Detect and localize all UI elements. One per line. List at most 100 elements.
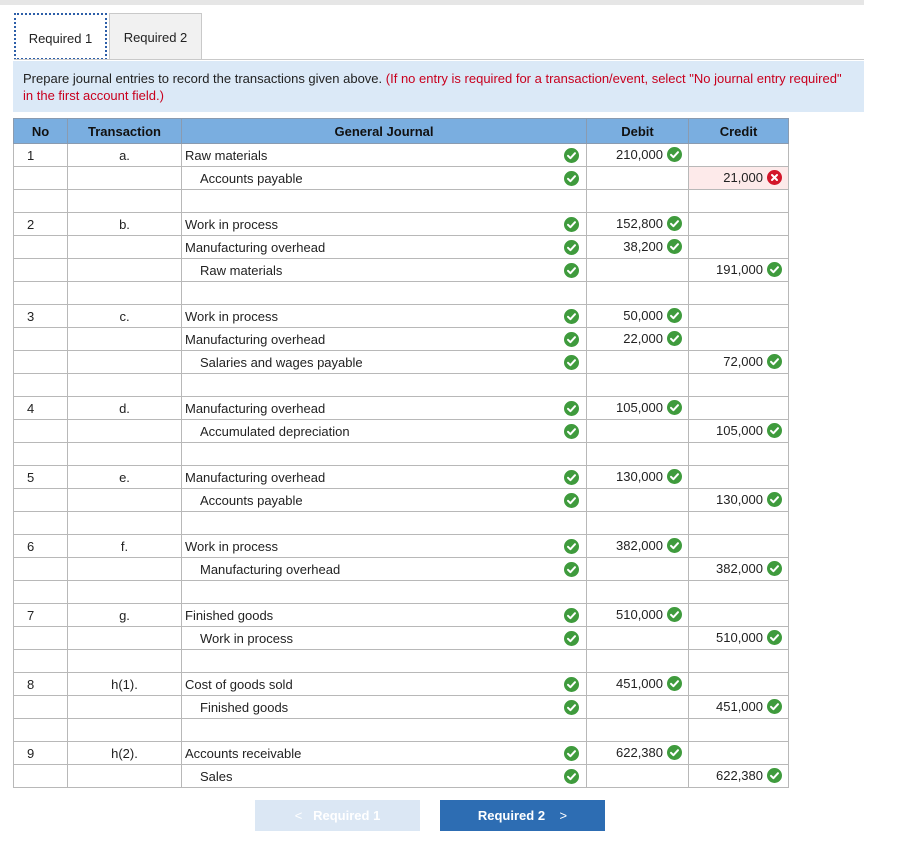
debit-field[interactable]: 382,000	[586, 534, 689, 558]
credit-field[interactable]: 130,000	[688, 488, 789, 512]
account-field[interactable]	[181, 511, 587, 535]
debit-field[interactable]	[586, 626, 689, 650]
account-field[interactable]	[181, 580, 587, 604]
table-row: 6 f. Work in process 382,000	[13, 534, 789, 558]
debit-field[interactable]: 130,000	[586, 465, 689, 489]
account-field[interactable]: Accounts payable	[181, 166, 587, 190]
debit-field[interactable]	[586, 442, 689, 466]
account-field[interactable]: Accounts payable	[181, 488, 587, 512]
account-field[interactable]: Manufacturing overhead	[181, 557, 587, 581]
credit-field[interactable]: 382,000	[688, 557, 789, 581]
credit-field[interactable]	[688, 534, 789, 558]
account-field[interactable]: Manufacturing overhead	[181, 396, 587, 420]
debit-field[interactable]	[586, 189, 689, 213]
account-field[interactable]: Work in process	[181, 304, 587, 328]
credit-field[interactable]	[688, 603, 789, 627]
credit-field[interactable]	[688, 741, 789, 765]
debit-field[interactable]	[586, 580, 689, 604]
account-field[interactable]: Finished goods	[181, 603, 587, 627]
debit-field[interactable]: 210,000	[586, 143, 689, 167]
debit-field[interactable]: 105,000	[586, 396, 689, 420]
credit-field[interactable]: 105,000	[688, 419, 789, 443]
tab-required-2[interactable]: Required 2	[109, 13, 202, 60]
instructions-text: Prepare journal entries to record the tr…	[23, 71, 383, 86]
account-field[interactable]: Manufacturing overhead	[181, 327, 587, 351]
account-field[interactable]	[181, 649, 587, 673]
credit-field[interactable]: 451,000	[688, 695, 789, 719]
debit-field[interactable]: 152,800	[586, 212, 689, 236]
account-field[interactable]: Cost of goods sold	[181, 672, 587, 696]
transaction-label	[67, 695, 182, 719]
row-number	[13, 189, 68, 213]
check-icon	[564, 424, 579, 440]
credit-field[interactable]	[688, 143, 789, 167]
transaction-label: f.	[67, 534, 182, 558]
account-field[interactable]: Accounts receivable	[181, 741, 587, 765]
credit-field[interactable]	[688, 511, 789, 535]
credit-field[interactable]: 191,000	[688, 258, 789, 282]
debit-field[interactable]	[586, 373, 689, 397]
check-icon	[564, 562, 579, 578]
credit-field[interactable]	[688, 465, 789, 489]
account-field[interactable]	[181, 442, 587, 466]
debit-field[interactable]: 510,000	[586, 603, 689, 627]
debit-field[interactable]: 622,380	[586, 741, 689, 765]
account-field[interactable]: Work in process	[181, 212, 587, 236]
check-icon	[667, 469, 682, 485]
debit-field[interactable]	[586, 649, 689, 673]
credit-field[interactable]	[688, 327, 789, 351]
credit-field[interactable]	[688, 718, 789, 742]
account-field[interactable]: Sales	[181, 764, 587, 788]
account-field[interactable]: Finished goods	[181, 695, 587, 719]
account-field[interactable]: Raw materials	[181, 258, 587, 282]
row-number: 4	[13, 396, 68, 420]
debit-field[interactable]	[586, 511, 689, 535]
debit-field[interactable]	[586, 557, 689, 581]
credit-field[interactable]	[688, 580, 789, 604]
account-field[interactable]	[181, 189, 587, 213]
account-status	[560, 263, 579, 279]
debit-field[interactable]: 50,000	[586, 304, 689, 328]
prev-required-1-button[interactable]: < Required 1	[255, 800, 420, 831]
credit-field[interactable]: 72,000	[688, 350, 789, 374]
debit-field[interactable]	[586, 419, 689, 443]
account-field[interactable]	[181, 373, 587, 397]
credit-field[interactable]	[688, 235, 789, 259]
account-field[interactable]: Salaries and wages payable	[181, 350, 587, 374]
credit-field[interactable]: 21,000	[688, 166, 789, 190]
next-required-2-button[interactable]: Required 2 >	[440, 800, 605, 831]
account-field[interactable]	[181, 718, 587, 742]
account-field[interactable]	[181, 281, 587, 305]
credit-field[interactable]	[688, 373, 789, 397]
debit-field[interactable]: 451,000	[586, 672, 689, 696]
debit-field[interactable]	[586, 718, 689, 742]
account-field[interactable]: Manufacturing overhead	[181, 465, 587, 489]
credit-field[interactable]	[688, 189, 789, 213]
account-field[interactable]: Work in process	[181, 626, 587, 650]
debit-field[interactable]: 22,000	[586, 327, 689, 351]
debit-field[interactable]	[586, 350, 689, 374]
table-row: Manufacturing overhead 382,000	[13, 557, 789, 581]
credit-field[interactable]	[688, 212, 789, 236]
tab-required-1[interactable]: Required 1	[14, 13, 107, 60]
credit-field[interactable]: 510,000	[688, 626, 789, 650]
check-icon	[564, 217, 579, 233]
debit-field[interactable]	[586, 488, 689, 512]
account-field[interactable]: Manufacturing overhead	[181, 235, 587, 259]
credit-field[interactable]	[688, 396, 789, 420]
debit-field[interactable]	[586, 764, 689, 788]
credit-field[interactable]	[688, 304, 789, 328]
credit-field[interactable]	[688, 281, 789, 305]
debit-field[interactable]	[586, 258, 689, 282]
account-field[interactable]: Accumulated depreciation	[181, 419, 587, 443]
account-field[interactable]: Work in process	[181, 534, 587, 558]
credit-field[interactable]	[688, 649, 789, 673]
credit-field[interactable]	[688, 442, 789, 466]
debit-field[interactable]	[586, 281, 689, 305]
debit-field[interactable]	[586, 695, 689, 719]
credit-field[interactable]	[688, 672, 789, 696]
account-field[interactable]: Raw materials	[181, 143, 587, 167]
debit-field[interactable]: 38,200	[586, 235, 689, 259]
debit-field[interactable]	[586, 166, 689, 190]
credit-field[interactable]: 622,380	[688, 764, 789, 788]
